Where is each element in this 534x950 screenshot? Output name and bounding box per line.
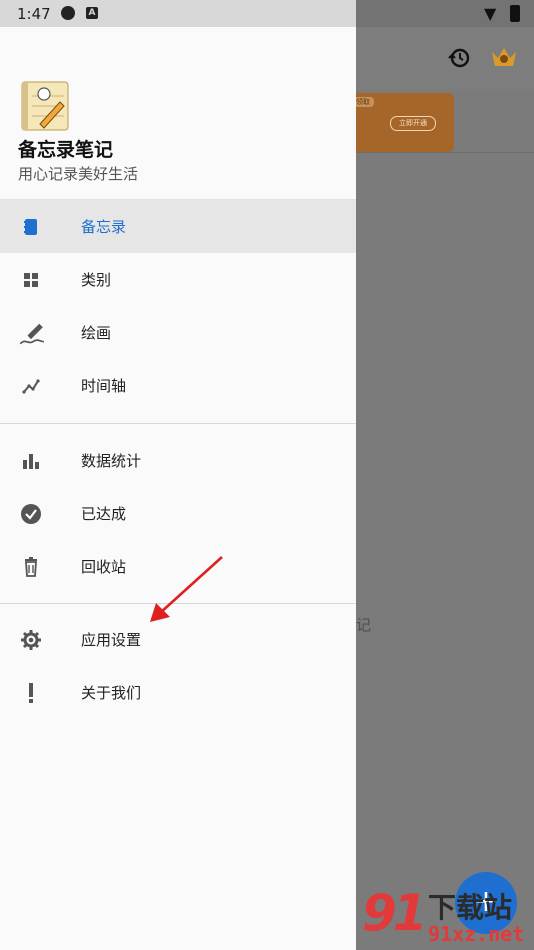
watermark-logo: 91 (362, 884, 428, 942)
check-circle-icon (21, 504, 41, 524)
wifi-icon: ▼ (484, 4, 497, 23)
background-divider (356, 152, 534, 153)
notebook-icon (24, 219, 37, 235)
grid-icon (24, 273, 38, 287)
status-time: 1:47 (17, 5, 51, 23)
menu-item-statistics[interactable]: 数据统计 (0, 434, 356, 487)
app-logo-icon (21, 81, 69, 131)
menu-item-timeline[interactable]: 时间轴 (0, 359, 356, 412)
bar-chart-icon (23, 454, 39, 469)
background-partial-text: 记 (356, 616, 372, 634)
pen-draw-icon (19, 323, 44, 345)
background-app (356, 27, 534, 950)
navigation-drawer: 备忘录笔记 用心记录美好生活 备忘录 类别 绘画 时间轴 数据统计 已达成 回收… (0, 27, 356, 950)
sync-icon (61, 6, 75, 20)
gear-icon (21, 630, 41, 650)
app-name: 备忘录笔记 (18, 139, 114, 161)
menu-label-category: 类别 (81, 271, 112, 289)
annotation-arrow-icon (150, 556, 223, 622)
banner-tag: 领取 (356, 97, 374, 107)
menu-item-memo[interactable]: 备忘录 (0, 200, 356, 253)
menu-item-about[interactable]: 关于我们 (0, 666, 356, 719)
exclamation-icon (29, 683, 33, 703)
app-slogan: 用心记录美好生活 (18, 165, 139, 183)
a-badge-icon: A (86, 7, 98, 19)
watermark-url: 91xz.net (428, 922, 525, 946)
trash-icon (25, 557, 37, 577)
watermark-title: 下载站 (428, 891, 513, 924)
menu-label-settings: 应用设置 (81, 631, 142, 649)
menu-label-recycle-bin: 回收站 (81, 558, 127, 576)
menu-item-category[interactable]: 类别 (0, 253, 356, 306)
timeline-icon (22, 379, 40, 394)
menu-label-about: 关于我们 (81, 684, 142, 702)
menu-label-memo: 备忘录 (81, 218, 127, 236)
menu-label-achieved: 已达成 (81, 505, 127, 523)
banner-open-button[interactable]: 立即开通 (390, 116, 436, 131)
history-icon[interactable] (447, 46, 471, 70)
battery-icon (510, 5, 520, 22)
menu-item-achieved[interactable]: 已达成 (0, 487, 356, 540)
menu-label-statistics: 数据统计 (81, 452, 142, 470)
status-bar: 1:47 A ▼ (0, 0, 534, 27)
menu-item-drawing[interactable]: 绘画 (0, 306, 356, 359)
menu-label-drawing: 绘画 (81, 324, 112, 342)
menu-divider (0, 423, 356, 424)
menu-label-timeline: 时间轴 (81, 377, 127, 395)
crown-icon[interactable] (490, 44, 518, 70)
status-bar-drawer-area (0, 0, 356, 27)
watermark: 91 下载站 91xz.net (362, 884, 534, 950)
